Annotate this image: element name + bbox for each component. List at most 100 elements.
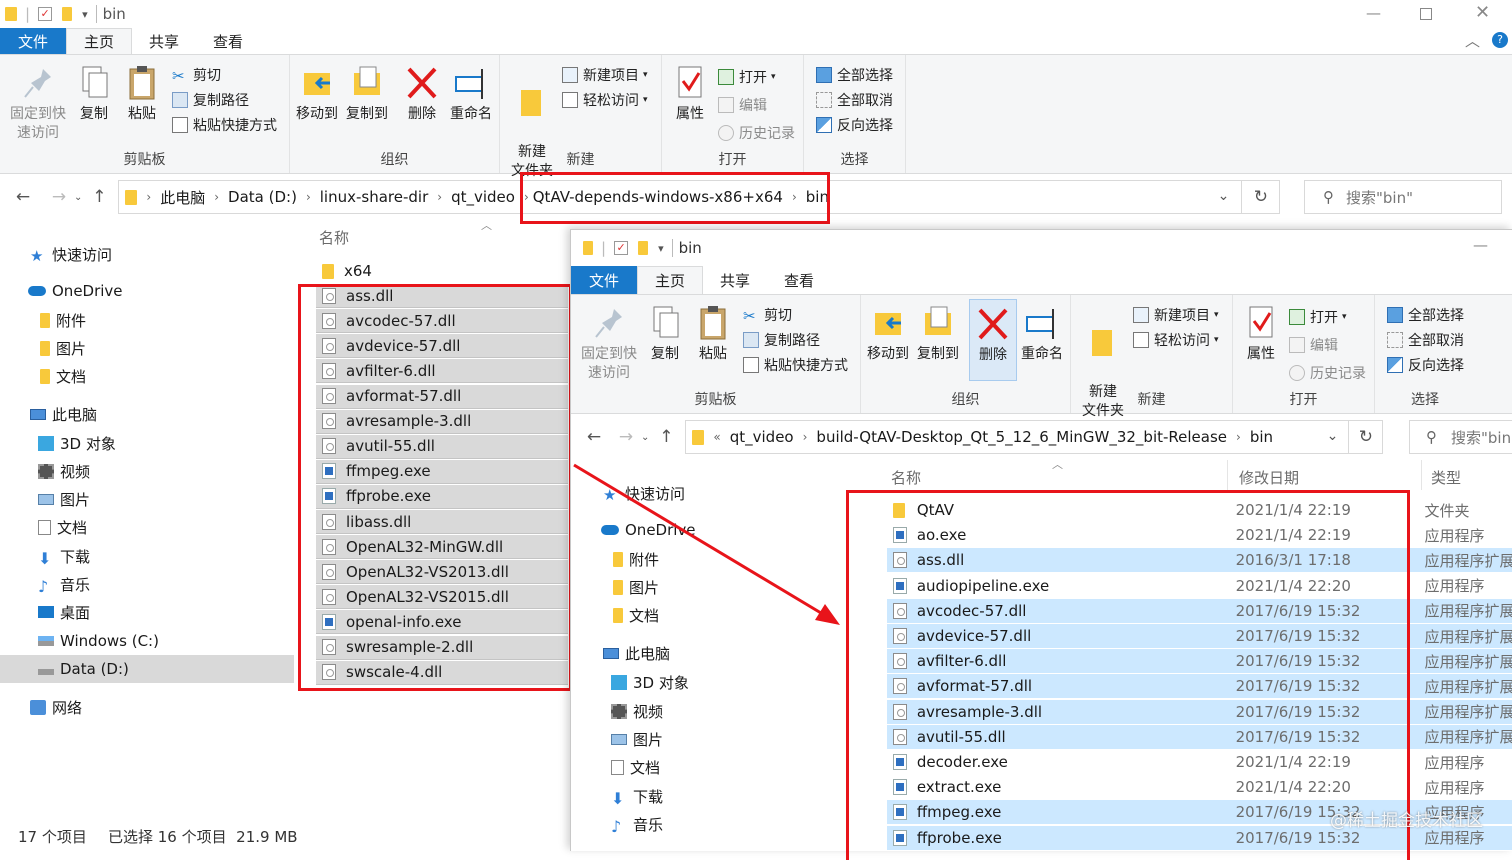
paste-button[interactable]: 粘贴	[693, 305, 733, 364]
folder-row[interactable]: x64	[316, 259, 568, 283]
invert-selection-button[interactable]: 反向选择	[1387, 353, 1464, 377]
qat-dropdown-icon[interactable]: ▾	[82, 8, 88, 21]
nav-quick-access[interactable]: ★ 快速访问	[30, 241, 112, 267]
breadcrumb-this-pc[interactable]: 此电脑	[160, 187, 205, 208]
nav-3d-objects[interactable]: 3D 对象	[611, 669, 689, 695]
up-arrow-icon[interactable]: ↑	[653, 427, 679, 447]
nav-attachments[interactable]: 附件	[613, 546, 659, 572]
paste-shortcut-button[interactable]: 粘贴快捷方式	[743, 353, 848, 377]
recent-chevron-icon[interactable]: ⌄	[641, 432, 649, 443]
edit-button[interactable]: 编辑	[1289, 333, 1338, 357]
nav-onedrive-documents[interactable]: 文档	[40, 363, 86, 389]
properties-check-icon[interactable]: ✓	[38, 7, 53, 21]
new-item-button[interactable]: 新建项目 ▾	[1133, 303, 1219, 327]
move-to-button[interactable]: 移动到	[865, 305, 911, 364]
properties-check-icon[interactable]: ✓	[614, 241, 629, 255]
tab-home[interactable]: 主页	[66, 28, 133, 54]
open-button[interactable]: 打开 ▾	[1289, 305, 1347, 329]
move-to-button[interactable]: 移动到	[294, 65, 340, 124]
refresh-icon[interactable]: ↻	[1241, 181, 1279, 213]
copy-path-button[interactable]: 复制路径	[743, 328, 820, 352]
up-arrow-icon[interactable]: ↑	[86, 187, 112, 207]
nav-downloads[interactable]: ⬇ 下载	[38, 543, 90, 569]
pin-quick-access-button[interactable]: 固定到快速访问	[6, 65, 70, 143]
column-header-date[interactable]: 修改日期	[1239, 467, 1299, 488]
nav-music[interactable]: ♪ 音乐	[38, 571, 90, 597]
address-dropdown-icon[interactable]: ⌄	[1218, 188, 1230, 204]
column-header-name[interactable]: 名称	[891, 467, 921, 488]
tab-file[interactable]: 文件	[571, 266, 637, 294]
breadcrumb-qt-video[interactable]: qt_video	[451, 188, 515, 206]
nav-onedrive[interactable]: OneDrive	[28, 278, 123, 304]
overflow-chevron-icon[interactable]: «	[713, 430, 720, 444]
column-header-name[interactable]: 名称	[319, 227, 349, 248]
edit-button[interactable]: 编辑	[718, 93, 767, 117]
select-none-button[interactable]: 全部取消	[816, 88, 893, 112]
address-bar[interactable]: « qt_video › build-QtAV-Desktop_Qt_5_12_…	[685, 420, 1384, 454]
properties-button[interactable]: 属性	[1241, 305, 1281, 364]
search-box[interactable]: ⚲ 搜索"bin	[1409, 420, 1512, 454]
delete-button[interactable]: 删除	[969, 299, 1017, 381]
breadcrumb-linux-share-dir[interactable]: linux-share-dir	[320, 188, 429, 206]
nav-downloads[interactable]: ⬇ 下载	[611, 783, 663, 809]
close-button[interactable]: ✕	[1475, 2, 1490, 23]
easy-access-button[interactable]: 轻松访问 ▾	[1133, 328, 1219, 352]
address-dropdown-icon[interactable]: ⌄	[1327, 428, 1339, 444]
tab-home[interactable]: 主页	[637, 266, 704, 294]
copy-to-button[interactable]: 复制到	[915, 305, 961, 364]
tab-share[interactable]: 共享	[132, 28, 196, 54]
nav-3d-objects[interactable]: 3D 对象	[38, 430, 116, 456]
nav-onedrive-documents[interactable]: 文档	[613, 602, 659, 628]
nav-network[interactable]: 网络	[30, 694, 82, 720]
paste-button[interactable]: 粘贴	[122, 65, 162, 124]
paste-shortcut-button[interactable]: 粘贴快捷方式	[172, 113, 277, 137]
nav-data-d[interactable]: Data (D:)	[38, 656, 129, 682]
select-all-button[interactable]: 全部选择	[816, 63, 893, 87]
select-all-button[interactable]: 全部选择	[1387, 303, 1464, 327]
nav-documents[interactable]: 文档	[38, 514, 87, 540]
tab-view[interactable]: 查看	[767, 266, 831, 294]
nav-music[interactable]: ♪ 音乐	[611, 811, 663, 837]
tab-view[interactable]: 查看	[196, 28, 260, 54]
open-button[interactable]: 打开 ▾	[718, 65, 776, 89]
copy-path-button[interactable]: 复制路径	[172, 88, 249, 112]
history-button[interactable]: 历史记录	[1289, 361, 1366, 385]
nav-this-pc[interactable]: 此电脑	[603, 640, 670, 666]
nav-desktop[interactable]: 桌面	[38, 599, 90, 625]
delete-button[interactable]: 删除	[404, 65, 440, 124]
nav-this-pc[interactable]: 此电脑	[30, 401, 97, 427]
collapse-ribbon-icon[interactable]: ︿	[1465, 30, 1480, 51]
qat-dropdown-icon[interactable]: ▾	[658, 242, 664, 255]
new-folder-icon[interactable]	[62, 7, 73, 21]
rename-button[interactable]: 重命名	[448, 65, 494, 124]
back-arrow-icon[interactable]: ←	[581, 427, 607, 447]
nav-attachments[interactable]: 附件	[40, 307, 86, 333]
nav-documents[interactable]: 文档	[611, 754, 660, 780]
recent-chevron-icon[interactable]: ⌄	[74, 192, 82, 203]
properties-button[interactable]: 属性	[670, 65, 710, 124]
nav-onedrive-pictures[interactable]: 图片	[40, 335, 86, 361]
nav-onedrive[interactable]: OneDrive	[601, 517, 696, 543]
breadcrumb-qt-video[interactable]: qt_video	[730, 428, 794, 446]
tab-share[interactable]: 共享	[703, 266, 767, 294]
nav-windows-c[interactable]: Windows (C:)	[38, 628, 159, 654]
copy-button[interactable]: 复制	[647, 305, 683, 364]
nav-onedrive-pictures[interactable]: 图片	[613, 574, 659, 600]
nav-pictures[interactable]: 图片	[611, 726, 663, 752]
new-item-button[interactable]: 新建项目 ▾	[562, 63, 648, 87]
breadcrumb-data-drive[interactable]: Data (D:)	[228, 188, 297, 206]
cut-button[interactable]: ✂ 剪切	[743, 303, 792, 327]
breadcrumb-bin[interactable]: bin	[1250, 428, 1273, 446]
copy-to-button[interactable]: 复制到	[344, 65, 390, 124]
help-icon[interactable]: ?	[1492, 32, 1508, 48]
breadcrumb-build-folder[interactable]: build-QtAV-Desktop_Qt_5_12_6_MinGW_32_bi…	[816, 428, 1227, 446]
nav-quick-access[interactable]: ★ 快速访问	[603, 480, 685, 506]
invert-selection-button[interactable]: 反向选择	[816, 113, 893, 137]
select-none-button[interactable]: 全部取消	[1387, 328, 1464, 352]
nav-pictures[interactable]: 图片	[38, 486, 90, 512]
new-folder-icon[interactable]	[638, 241, 649, 255]
cut-button[interactable]: ✂ 剪切	[172, 63, 221, 87]
nav-videos[interactable]: 视频	[38, 458, 90, 484]
refresh-icon[interactable]: ↻	[1348, 421, 1382, 453]
back-arrow-icon[interactable]: ←	[10, 187, 36, 207]
